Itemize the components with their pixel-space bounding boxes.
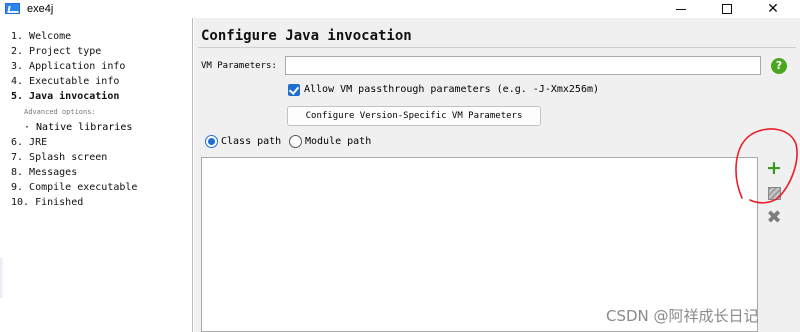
watermark: CSDN @阿祥成长日记 bbox=[606, 307, 759, 325]
allow-passthrough-checkbox[interactable] bbox=[288, 84, 300, 96]
close-button[interactable]: ✕ bbox=[750, 0, 796, 18]
window-title: exe4j bbox=[27, 3, 54, 15]
page-title: Configure Java invocation bbox=[201, 28, 412, 44]
advanced-options-caption: Advanced options: bbox=[24, 108, 96, 116]
nav-item-native-libraries[interactable]: · Native libraries bbox=[24, 122, 132, 134]
red-circle-annotation bbox=[735, 128, 798, 204]
close-icon: ✕ bbox=[767, 1, 779, 17]
minimize-icon bbox=[676, 8, 686, 10]
maximize-button[interactable] bbox=[704, 0, 750, 18]
configure-version-vm-parameters-button[interactable]: Configure Version-Specific VM Parameters bbox=[287, 106, 541, 126]
class-path-radio[interactable] bbox=[205, 135, 218, 148]
title-divider bbox=[198, 47, 796, 48]
app-icon bbox=[5, 3, 20, 14]
nav-item-application-info[interactable]: 3. Application info bbox=[11, 61, 125, 73]
nav-item-welcome[interactable]: 1. Welcome bbox=[11, 31, 71, 43]
nav-item-messages[interactable]: 8. Messages bbox=[11, 167, 77, 179]
nav-item-project-type[interactable]: 2. Project type bbox=[11, 46, 101, 58]
wizard-step-list: 1. Welcome 2. Project type 3. Applicatio… bbox=[0, 18, 193, 332]
minimize-button[interactable] bbox=[658, 0, 704, 18]
allow-passthrough-label[interactable]: Allow VM passthrough parameters (e.g. -J… bbox=[304, 84, 599, 95]
vm-parameters-label: VM Parameters: bbox=[201, 61, 277, 71]
vm-parameters-input[interactable] bbox=[285, 56, 761, 75]
help-icon[interactable]: ? bbox=[771, 58, 787, 74]
nav-item-splash-screen[interactable]: 7. Splash screen bbox=[11, 152, 107, 164]
nav-item-compile-executable[interactable]: 9. Compile executable bbox=[11, 182, 137, 194]
title-bar: exe4j ✕ bbox=[0, 0, 800, 18]
maximize-icon bbox=[722, 4, 732, 14]
nav-item-jre[interactable]: 6. JRE bbox=[11, 137, 47, 149]
class-path-radio-label[interactable]: Class path bbox=[221, 136, 281, 147]
nav-edge-shadow bbox=[0, 258, 4, 298]
module-path-radio-label[interactable]: Module path bbox=[305, 136, 371, 147]
module-path-radio[interactable] bbox=[289, 135, 302, 148]
nav-item-java-invocation[interactable]: 5. Java invocation bbox=[11, 91, 119, 103]
remove-icon: ✖ bbox=[766, 206, 782, 228]
remove-entry-button[interactable]: ✖ bbox=[764, 206, 784, 228]
nav-item-executable-info[interactable]: 4. Executable info bbox=[11, 76, 119, 88]
nav-item-finished[interactable]: 10. Finished bbox=[11, 197, 83, 209]
main-panel: Configure Java invocation VM Parameters:… bbox=[194, 18, 800, 332]
